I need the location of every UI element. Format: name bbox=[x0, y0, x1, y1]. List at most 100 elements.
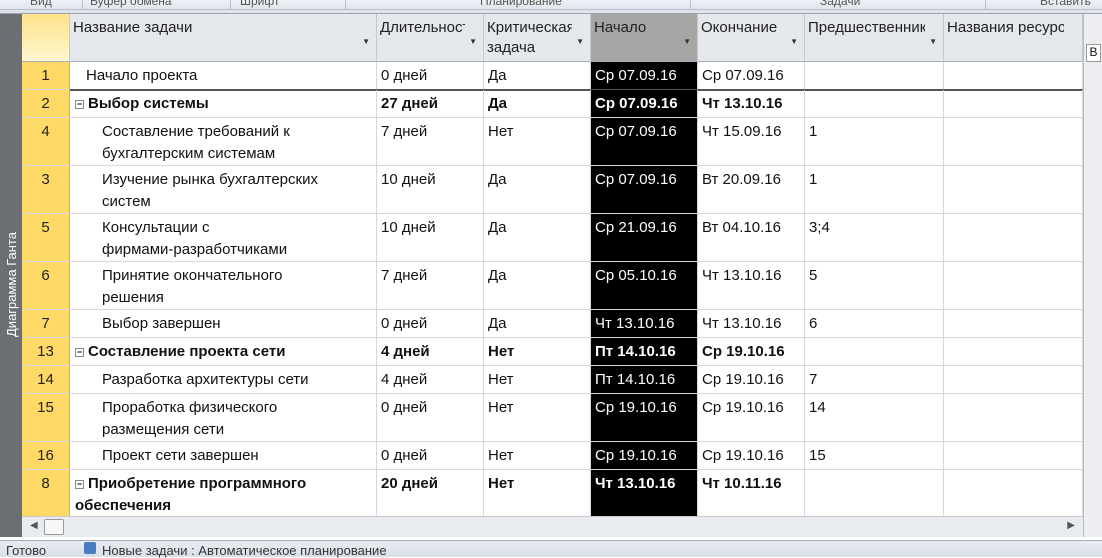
resources-cell[interactable] bbox=[944, 338, 1083, 366]
resources-cell[interactable] bbox=[944, 470, 1083, 516]
resources-cell[interactable] bbox=[944, 442, 1083, 470]
predecessors-cell[interactable] bbox=[805, 90, 944, 118]
start-cell[interactable]: Ср 07.09.16 bbox=[591, 118, 698, 166]
predecessors-cell[interactable]: 15 bbox=[805, 442, 944, 470]
finish-cell[interactable]: Чт 13.10.16 bbox=[698, 310, 805, 338]
task-name-cell[interactable]: Начало проекта bbox=[70, 62, 377, 90]
critical-cell[interactable]: Нет bbox=[484, 118, 591, 166]
start-cell[interactable]: Ср 19.10.16 bbox=[591, 442, 698, 470]
column-header-predecessors[interactable]: Предшественник ▼ bbox=[805, 14, 944, 62]
scroll-left-icon[interactable]: ◀ bbox=[30, 520, 38, 531]
filter-dropdown-icon[interactable]: ▼ bbox=[362, 32, 370, 52]
predecessors-cell[interactable] bbox=[805, 62, 944, 90]
finish-cell[interactable]: Вт 20.09.16 bbox=[698, 166, 805, 214]
vertical-scrollbar[interactable]: В bbox=[1083, 14, 1102, 537]
task-name-cell[interactable]: Консультации с фирмами-разработчиками bbox=[70, 214, 377, 262]
select-all-corner[interactable] bbox=[22, 14, 70, 62]
column-header-resources[interactable]: Названия ресурсов bbox=[944, 14, 1083, 62]
horizontal-scrollbar[interactable]: ◀ ▶ bbox=[22, 516, 1083, 537]
row-id[interactable]: 16 bbox=[22, 442, 70, 470]
task-name-cell[interactable]: Разработка архитектуры сети bbox=[70, 366, 377, 394]
filter-dropdown-icon[interactable]: ▼ bbox=[683, 32, 691, 52]
resources-cell[interactable] bbox=[944, 214, 1083, 262]
predecessors-cell[interactable]: 5 bbox=[805, 262, 944, 310]
critical-cell[interactable]: Да bbox=[484, 310, 591, 338]
duration-cell[interactable]: 10 дней bbox=[377, 214, 484, 262]
row-id[interactable]: 7 bbox=[22, 310, 70, 338]
column-header-duration[interactable]: Длительност ▼ bbox=[377, 14, 484, 62]
row-id[interactable]: 15 bbox=[22, 394, 70, 442]
column-header-name[interactable]: Название задачи ▼ bbox=[70, 14, 377, 62]
predecessors-cell[interactable]: 7 bbox=[805, 366, 944, 394]
filter-dropdown-icon[interactable]: ▼ bbox=[469, 32, 477, 52]
task-name-cell[interactable]: Составление требований к бухгалтерским си… bbox=[70, 118, 377, 166]
task-name-cell[interactable]: Изучение рынка бухгалтерских систем bbox=[70, 166, 377, 214]
finish-cell[interactable]: Ср 07.09.16 bbox=[698, 62, 805, 90]
resources-cell[interactable] bbox=[944, 90, 1083, 118]
status-task-mode[interactable]: Новые задачи : Автоматическое планирован… bbox=[102, 543, 387, 558]
filter-dropdown-icon[interactable]: ▼ bbox=[790, 32, 798, 52]
start-cell[interactable]: Чт 13.10.16 bbox=[591, 470, 698, 516]
finish-cell[interactable]: Чт 15.09.16 bbox=[698, 118, 805, 166]
scroll-thumb[interactable] bbox=[44, 519, 64, 535]
duration-cell[interactable]: 7 дней bbox=[377, 262, 484, 310]
duration-cell[interactable]: 7 дней bbox=[377, 118, 484, 166]
resources-cell[interactable] bbox=[944, 166, 1083, 214]
column-header-finish[interactable]: Окончание ▼ bbox=[698, 14, 805, 62]
critical-cell[interactable]: Нет bbox=[484, 366, 591, 394]
critical-cell[interactable]: Да bbox=[484, 262, 591, 310]
row-id[interactable]: 5 bbox=[22, 214, 70, 262]
predecessors-cell[interactable]: 3;4 bbox=[805, 214, 944, 262]
view-bar[interactable]: Диаграмма Ганта bbox=[0, 14, 22, 537]
critical-cell[interactable]: Да bbox=[484, 166, 591, 214]
critical-cell[interactable]: Нет bbox=[484, 394, 591, 442]
start-cell[interactable]: Ср 05.10.16 bbox=[591, 262, 698, 310]
start-cell[interactable]: Чт 13.10.16 bbox=[591, 310, 698, 338]
predecessors-cell[interactable]: 1 bbox=[805, 118, 944, 166]
duration-cell[interactable]: 0 дней bbox=[377, 442, 484, 470]
duration-cell[interactable]: 0 дней bbox=[377, 310, 484, 338]
task-name-cell[interactable]: − Выбор системы bbox=[70, 90, 377, 118]
row-id[interactable]: 4 bbox=[22, 118, 70, 166]
task-mode-icon[interactable] bbox=[84, 542, 96, 554]
predecessors-cell[interactable]: 6 bbox=[805, 310, 944, 338]
predecessors-cell[interactable] bbox=[805, 338, 944, 366]
resources-cell[interactable] bbox=[944, 310, 1083, 338]
finish-cell[interactable]: Ср 19.10.16 bbox=[698, 338, 805, 366]
finish-cell[interactable]: Ср 19.10.16 bbox=[698, 394, 805, 442]
finish-cell[interactable]: Вт 04.10.16 bbox=[698, 214, 805, 262]
collapse-toggle-icon[interactable]: − bbox=[75, 100, 84, 109]
predecessors-cell[interactable]: 14 bbox=[805, 394, 944, 442]
column-header-start[interactable]: Начало ▼ bbox=[591, 14, 698, 62]
row-id[interactable]: 2 bbox=[22, 90, 70, 118]
start-cell[interactable]: Пт 14.10.16 bbox=[591, 338, 698, 366]
duration-cell[interactable]: 4 дней bbox=[377, 338, 484, 366]
critical-cell[interactable]: Да bbox=[484, 214, 591, 262]
task-name-cell[interactable]: − Составление проекта сети bbox=[70, 338, 377, 366]
collapse-toggle-icon[interactable]: − bbox=[75, 348, 84, 357]
column-header-critical[interactable]: Критическая задача ▼ bbox=[484, 14, 591, 62]
filter-dropdown-icon[interactable]: ▼ bbox=[929, 32, 937, 52]
duration-cell[interactable]: 20 дней bbox=[377, 470, 484, 516]
start-cell[interactable]: Ср 07.09.16 bbox=[591, 166, 698, 214]
finish-cell[interactable]: Чт 10.11.16 bbox=[698, 470, 805, 516]
critical-cell[interactable]: Да bbox=[484, 62, 591, 90]
duration-cell[interactable]: 10 дней bbox=[377, 166, 484, 214]
finish-cell[interactable]: Чт 13.10.16 bbox=[698, 262, 805, 310]
start-cell[interactable]: Ср 19.10.16 bbox=[591, 394, 698, 442]
start-cell[interactable]: Ср 07.09.16 bbox=[591, 62, 698, 90]
finish-cell[interactable]: Ср 19.10.16 bbox=[698, 442, 805, 470]
resources-cell[interactable] bbox=[944, 62, 1083, 90]
critical-cell[interactable]: Нет bbox=[484, 470, 591, 516]
critical-cell[interactable]: Да bbox=[484, 90, 591, 118]
right-pane-tab[interactable]: В bbox=[1086, 44, 1101, 62]
resources-cell[interactable] bbox=[944, 118, 1083, 166]
critical-cell[interactable]: Нет bbox=[484, 338, 591, 366]
row-id[interactable]: 1 bbox=[22, 62, 70, 90]
duration-cell[interactable]: 27 дней bbox=[377, 90, 484, 118]
task-name-cell[interactable]: Проект сети завершен bbox=[70, 442, 377, 470]
duration-cell[interactable]: 4 дней bbox=[377, 366, 484, 394]
resources-cell[interactable] bbox=[944, 262, 1083, 310]
start-cell[interactable]: Пт 14.10.16 bbox=[591, 366, 698, 394]
task-name-cell[interactable]: Принятие окончательного решения bbox=[70, 262, 377, 310]
